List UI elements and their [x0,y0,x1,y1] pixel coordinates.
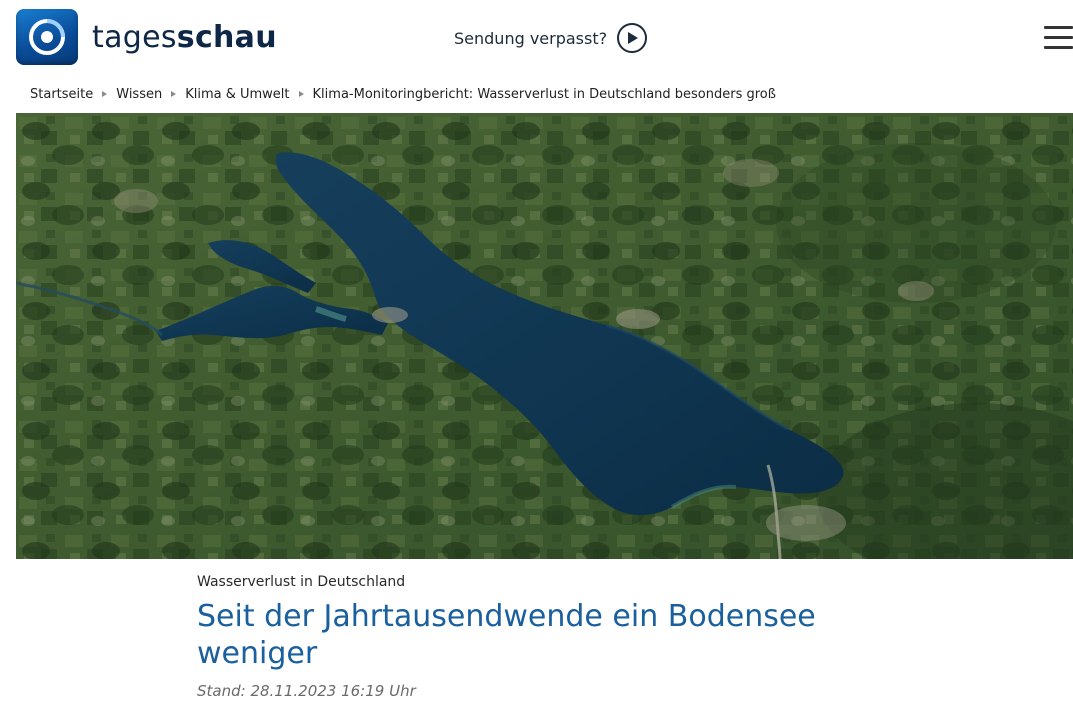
breadcrumb: Startseite Wissen Klima & Umwelt Klima-M… [30,84,776,104]
article-timestamp: Stand: 28.11.2023 16:19 Uhr [197,682,416,700]
breadcrumb-separator-icon [171,91,177,97]
play-icon [617,23,648,53]
article-header: Wasserverlust in Deutschland Seit der Ja… [197,572,917,700]
breadcrumb-item-startseite[interactable]: Startseite [30,87,93,102]
tagesschau-home-link[interactable]: tagesschau [16,8,277,66]
site-header: tagesschau Sendung verpasst? [0,0,1073,78]
breadcrumb-separator-icon [102,91,108,97]
tagesschau-logo-icon [16,9,78,65]
breadcrumb-separator-icon [298,91,304,97]
breadcrumb-item-wissen[interactable]: Wissen [116,87,162,102]
article-topline: Wasserverlust in Deutschland [197,574,406,590]
breadcrumb-item-klima-umwelt[interactable]: Klima & Umwelt [185,87,289,102]
hamburger-menu-icon[interactable] [1040,20,1073,54]
logo-wordmark: tagesschau [92,19,277,55]
hero-image-bodensee-satellite [16,113,1073,559]
sendung-verpasst-label: Sendung verpasst? [454,28,608,48]
page: tagesschau Sendung verpasst? Startseite … [0,0,1073,710]
article-headline: Seit der Jahrtausendwende ein Bodensee w… [197,599,816,671]
breadcrumb-item-current-article: Klima-Monitoringbericht: Wasserverlust i… [312,86,776,102]
sendung-verpasst-button[interactable]: Sendung verpasst? [454,20,648,56]
